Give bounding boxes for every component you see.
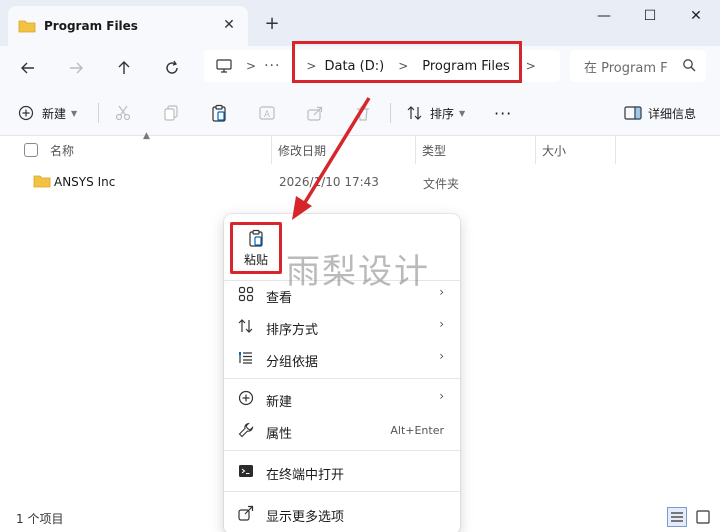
- sort-button-label: 排序: [430, 106, 455, 121]
- menu-item-sort-by[interactable]: 排序方式 ›: [224, 310, 460, 342]
- tab-program-files[interactable]: Program Files ✕: [8, 6, 248, 46]
- minimize-button[interactable]: —: [584, 4, 624, 28]
- breadcrumb-highlight-box: [292, 41, 522, 83]
- share-icon: [307, 106, 323, 121]
- rename-icon: A: [259, 106, 275, 120]
- column-header-name[interactable]: 名称: [44, 136, 272, 164]
- details-pane-label: 详细信息: [648, 106, 697, 121]
- paste-button[interactable]: 粘贴: [230, 222, 282, 274]
- copy-button[interactable]: [162, 102, 180, 124]
- svg-text:A: A: [264, 110, 271, 120]
- arrow-right-icon: [70, 62, 83, 74]
- menu-item-label: 排序方式: [266, 323, 319, 338]
- breadcrumb-separator: >: [246, 59, 257, 73]
- clipboard-icon: [249, 229, 263, 247]
- cut-button[interactable]: [114, 102, 132, 124]
- wrench-icon: [238, 422, 254, 438]
- file-name: ANSYS Inc: [54, 175, 116, 189]
- clipboard-icon: [212, 104, 226, 122]
- list-view-icon: [671, 512, 683, 522]
- watermark: 雨梨设计: [286, 252, 430, 292]
- arrow-left-icon: [21, 62, 34, 74]
- search-placeholder: 在 Program F: [584, 60, 668, 76]
- file-date: 2026/1/10 17:43: [279, 175, 379, 189]
- column-header-date[interactable]: 修改日期: [272, 136, 416, 164]
- search-box[interactable]: 在 Program F: [570, 50, 706, 82]
- delete-button[interactable]: [354, 102, 372, 124]
- up-button[interactable]: [108, 52, 140, 84]
- chevron-right-icon: ›: [439, 317, 444, 331]
- copy-icon: [164, 105, 178, 121]
- chevron-down-icon: ▼: [71, 108, 78, 118]
- command-bar: 新建 ▼ A 排序 ▼ ··· 详细信息: [0, 90, 720, 136]
- folder-icon: [18, 20, 36, 33]
- scissors-icon: [115, 105, 131, 121]
- tab-title: Program Files: [44, 19, 138, 33]
- maximize-button[interactable]: ☐: [630, 4, 670, 28]
- file-row[interactable]: ANSYS Inc 2026/1/10 17:43 文件夹: [0, 168, 720, 196]
- rename-button[interactable]: A: [258, 102, 276, 124]
- paste-label: 粘贴: [243, 252, 268, 267]
- new-button-label: 新建: [42, 106, 67, 121]
- details-pane-icon: [624, 106, 642, 120]
- tiles-view-button[interactable]: [693, 507, 713, 527]
- plus-circle-icon: [238, 390, 254, 406]
- sort-button[interactable]: 排序 ▼: [406, 102, 465, 124]
- title-bar: Program Files ✕ + — ☐ ✕: [0, 0, 720, 46]
- paste-toolbar-button[interactable]: [210, 102, 228, 124]
- arrow-up-icon: [118, 61, 130, 74]
- menu-item-group-by[interactable]: 分组依据 ›: [224, 342, 460, 374]
- menu-item-label: 显示更多选项: [266, 510, 345, 525]
- details-view-button[interactable]: [667, 507, 687, 527]
- sort-icon: [407, 106, 422, 120]
- back-button[interactable]: [12, 52, 44, 84]
- file-type: 文件夹: [423, 177, 460, 191]
- share-button[interactable]: [306, 102, 324, 124]
- select-all-checkbox[interactable]: [24, 143, 38, 157]
- menu-item-label: 分组依据: [266, 355, 319, 370]
- column-header-type[interactable]: 类型: [416, 136, 536, 164]
- share-icon: [238, 505, 254, 521]
- close-window-button[interactable]: ✕: [676, 4, 716, 28]
- menu-divider: [224, 491, 460, 492]
- refresh-button[interactable]: [156, 52, 188, 84]
- new-button[interactable]: 新建 ▼: [18, 102, 77, 124]
- chevron-right-icon: ›: [439, 389, 444, 403]
- menu-divider: [224, 378, 460, 379]
- sort-icon: [238, 319, 253, 333]
- menu-item-properties[interactable]: 属性 Alt+Enter: [224, 414, 460, 446]
- menu-item-open-in-terminal[interactable]: 在终端中打开: [224, 455, 460, 487]
- group-icon: [239, 352, 252, 364]
- chevron-right-icon: ›: [439, 285, 444, 299]
- menu-item-show-more-options[interactable]: 显示更多选项: [224, 497, 460, 529]
- new-tab-button[interactable]: +: [262, 12, 282, 34]
- details-pane-button[interactable]: 详细信息: [624, 102, 696, 124]
- shortcut-hint: Alt+Enter: [390, 424, 444, 437]
- folder-icon: [33, 175, 51, 188]
- item-count: 1 个项目: [16, 512, 64, 526]
- menu-item-label: 新建: [266, 395, 293, 410]
- breadcrumb-separator: >: [525, 59, 536, 73]
- trash-icon: [357, 106, 369, 121]
- forward-button[interactable]: [60, 52, 92, 84]
- column-header-size[interactable]: 大小: [536, 136, 616, 164]
- menu-item-new[interactable]: 新建 ›: [224, 382, 460, 414]
- breadcrumb-overflow-button[interactable]: ···: [264, 58, 280, 74]
- tab-close-button[interactable]: ✕: [220, 16, 238, 34]
- chevron-down-icon: ▼: [459, 108, 466, 118]
- menu-item-label: 在终端中打开: [266, 468, 345, 483]
- more-options-button[interactable]: ···: [494, 102, 512, 124]
- search-icon: [683, 59, 696, 72]
- plus-circle-icon: [18, 105, 34, 121]
- chevron-right-icon: ›: [439, 349, 444, 363]
- tiles-view-icon: [696, 510, 710, 524]
- refresh-icon: [166, 60, 178, 74]
- terminal-icon: [239, 465, 253, 477]
- grid-view-icon: [238, 286, 254, 302]
- menu-divider: [224, 450, 460, 451]
- computer-icon: [210, 59, 238, 73]
- menu-item-label: 属性: [266, 427, 293, 442]
